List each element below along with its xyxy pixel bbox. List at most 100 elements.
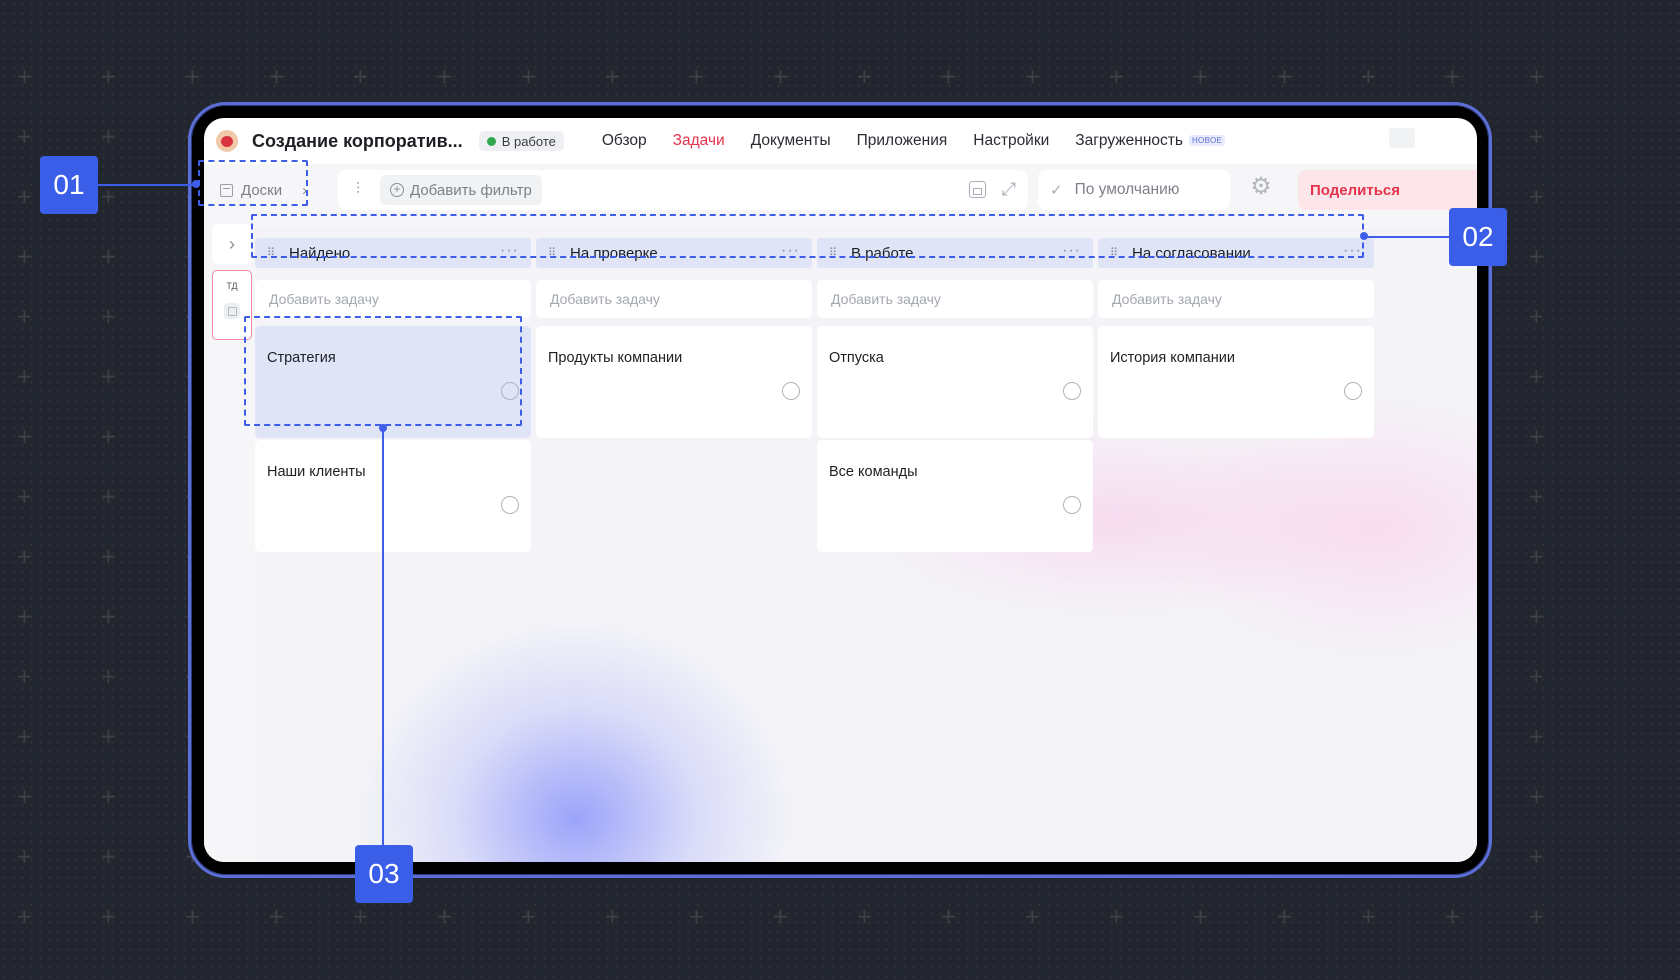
plus-icon: + [16,604,33,628]
tab-overview[interactable]: Обзор [602,132,647,150]
plus-icon: + [1108,904,1125,928]
tab-settings[interactable]: Настройки [973,132,1049,150]
plus-icon: + [16,64,33,88]
plus-icon: + [1192,904,1209,928]
add-task-input[interactable]: Добавить задачу [536,280,812,318]
plus-icon: + [520,904,537,928]
callout-line [1364,236,1450,238]
plus-icon: + [100,424,117,448]
expand-sidebar-button[interactable]: › [212,224,252,264]
plus-icon: + [1528,544,1545,568]
add-filter-label: Добавить фильтр [410,181,532,199]
plus-icon: + [1528,124,1545,148]
callout-02: 02 [1449,208,1507,266]
tab-workload[interactable]: Загруженность НОВОЕ [1075,132,1226,150]
callout-01: 01 [40,156,98,214]
highlight-card [244,316,522,426]
task-title: Все команды [829,464,918,480]
plus-icon: + [100,544,117,568]
plus-icon: + [1528,604,1545,628]
plus-icon: + [772,64,789,88]
plus-icon: + [16,484,33,508]
tab-workload-label: Загруженность [1075,132,1183,149]
app-logo[interactable] [216,130,238,152]
share-button[interactable]: Поделиться [1298,170,1477,210]
task-card[interactable]: Отпуска [817,326,1093,438]
save-icon[interactable] [969,181,986,198]
tab-documents[interactable]: Документы [751,132,831,150]
board-icon[interactable] [224,303,240,319]
callout-03: 03 [355,845,413,903]
add-filter-button[interactable]: + Добавить фильтр [380,175,542,205]
callout-dot [379,424,387,432]
plus-icon: + [16,544,33,568]
add-task-input[interactable]: Добавить задачу [817,280,1093,318]
plus-icon: + [1024,904,1041,928]
plus-icon: + [940,904,957,928]
plus-icon: + [100,64,117,88]
task-card[interactable]: История компании [1098,326,1374,438]
avatar[interactable] [1389,128,1415,148]
plus-icon: + [520,64,537,88]
complete-circle-icon[interactable] [782,382,800,400]
complete-circle-icon[interactable] [501,496,519,514]
add-task-input[interactable]: Добавить задачу [255,280,531,318]
plus-icon: + [352,64,369,88]
plus-icon: + [16,304,33,328]
plus-icon: + [1528,664,1545,688]
plus-icon: + [856,904,873,928]
sliders-icon[interactable]: ⫶ [344,181,372,199]
plus-icon: + [1528,784,1545,808]
complete-circle-icon[interactable] [1063,382,1081,400]
plus-icon: + [1528,304,1545,328]
plus-icon: + [1276,904,1293,928]
status-dot-icon [486,136,496,146]
plus-icon: + [1360,904,1377,928]
callout-dot [192,180,200,188]
task-card[interactable]: Продукты компании [536,326,812,438]
task-card[interactable]: Все команды [817,440,1093,552]
plus-circle-icon: + [390,183,404,197]
plus-icon: + [100,784,117,808]
callout-dot [1360,232,1368,240]
plus-icon: + [604,64,621,88]
plus-icon: + [268,904,285,928]
project-title[interactable]: Создание корпоратив... [252,131,463,152]
plus-icon: + [604,904,621,928]
plus-icon: + [1528,64,1545,88]
plus-icon: + [100,304,117,328]
tab-apps[interactable]: Приложения [857,132,948,150]
gear-icon[interactable]: ⚙ [1248,174,1274,200]
filter-bar: ⫶ + Добавить фильтр ⤢ [338,170,1028,210]
plus-icon: + [16,364,33,388]
plus-icon: + [100,664,117,688]
plus-icon: + [436,904,453,928]
plus-icon: + [1528,904,1545,928]
check-icon: ✓ [1050,182,1063,199]
status-badge[interactable]: В работе [478,131,564,151]
callout-line [96,184,198,186]
plus-icon: + [940,64,957,88]
view-label: По умолчанию [1074,181,1180,198]
plus-icon: + [100,364,117,388]
complete-circle-icon[interactable] [1063,496,1081,514]
plus-icon: + [16,424,33,448]
plus-icon: + [1276,64,1293,88]
plus-icon: + [1024,64,1041,88]
task-card[interactable]: Наши клиенты [255,440,531,552]
chevron-right-icon: › [229,233,235,254]
plus-icon: + [1444,904,1461,928]
tab-tasks[interactable]: Задачи [673,132,725,150]
add-task-input[interactable]: Добавить задачу [1098,280,1374,318]
plus-icon: + [1528,724,1545,748]
highlight-column-headers [251,214,1364,258]
plus-icon: + [1528,424,1545,448]
plus-icon: + [100,844,117,868]
task-title: История компании [1110,350,1235,366]
fullscreen-icon[interactable]: ⤢ [1002,179,1016,200]
complete-circle-icon[interactable] [1344,382,1362,400]
plus-icon: + [1528,184,1545,208]
view-select[interactable]: ✓ По умолчанию [1038,170,1230,210]
highlight-boards [198,160,308,206]
plus-icon: + [772,904,789,928]
